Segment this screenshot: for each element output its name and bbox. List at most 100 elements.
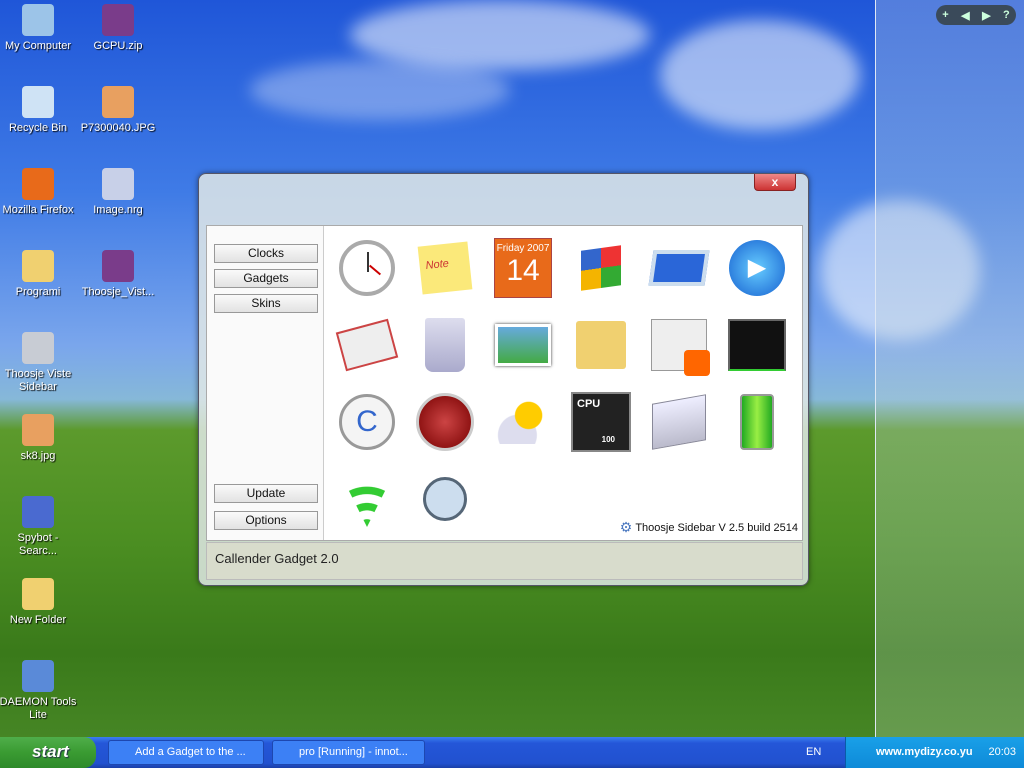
- desktop-icon[interactable]: P7300040.JPG: [78, 86, 158, 135]
- icon-label: Image.nrg: [93, 204, 143, 216]
- gadget-dialog: x Clocks Gadgets Skins Update Options No…: [198, 173, 809, 586]
- options-button[interactable]: Options: [214, 511, 318, 530]
- file-icon: [102, 4, 134, 36]
- desktop-icon[interactable]: My Computer: [0, 4, 78, 53]
- news-rss-gadget-icon[interactable]: [649, 315, 710, 376]
- mail-gadget-icon[interactable]: [335, 315, 399, 375]
- start-button[interactable]: start: [0, 737, 96, 768]
- weather-gadget-icon[interactable]: [493, 392, 553, 452]
- icon-label: GCPU.zip: [93, 40, 143, 52]
- icon-label: My Computer: [4, 40, 72, 52]
- status-bar: Callender Gadget 2.0: [206, 542, 803, 580]
- file-icon: [22, 168, 54, 200]
- desktop-icon[interactable]: GCPU.zip: [78, 4, 158, 53]
- cpu-value: 100: [601, 435, 615, 444]
- gadget-art: [652, 394, 706, 450]
- desktop-icon[interactable]: Thoosje_Vist...: [78, 250, 158, 299]
- previous-button[interactable]: ◀: [961, 9, 969, 22]
- close-button[interactable]: x: [754, 174, 796, 191]
- start-label: start: [32, 742, 69, 761]
- gadget-art: [651, 319, 710, 376]
- skins-button[interactable]: Skins: [214, 294, 318, 313]
- icon-label: Spybot - Searc...: [17, 532, 59, 557]
- icon-label: P7300040.JPG: [80, 122, 156, 134]
- calendar-day: 14: [506, 254, 540, 287]
- file-icon: [22, 4, 54, 36]
- gadget-panel: Clocks Gadgets Skins Update Options Note…: [206, 225, 803, 541]
- icon-label: Recycle Bin: [8, 122, 68, 134]
- wifi-gadget-icon[interactable]: [337, 469, 397, 529]
- desktop-icon[interactable]: DAEMON Tools Lite: [0, 660, 78, 722]
- file-icon: [22, 332, 54, 364]
- icon-label: Thoosje_Vist...: [81, 286, 155, 298]
- media-player-gadget-icon[interactable]: ▶: [727, 238, 787, 298]
- sidebar-area: [875, 0, 1024, 737]
- gadget-art: [423, 477, 467, 521]
- gadget-art: [425, 318, 465, 372]
- network-monitor-gadget-icon[interactable]: [727, 315, 787, 375]
- desktop-icon[interactable]: New Folder: [0, 578, 78, 627]
- note-text: Note: [417, 241, 473, 295]
- icon-label: Mozilla Firefox: [2, 204, 74, 216]
- desktop-icon[interactable]: Recycle Bin: [0, 86, 78, 135]
- file-icon: [102, 250, 134, 282]
- icon-label: New Folder: [9, 614, 67, 626]
- folder-clock-gadget-icon[interactable]: [571, 315, 631, 375]
- gadget-art: [581, 245, 621, 291]
- file-icon: [22, 578, 54, 610]
- desktop-icon[interactable]: Image.nrg: [78, 168, 158, 217]
- gear-icon: ⚙: [619, 519, 633, 535]
- cpu-meter-gadget-icon[interactable]: CPU 100: [571, 392, 631, 452]
- desktop-icon[interactable]: sk8.jpg: [0, 414, 78, 463]
- task-label: Add a Gadget to the ...: [135, 746, 246, 758]
- taskbar-button-firefox[interactable]: Add a Gadget to the ...: [108, 740, 264, 765]
- windows-gadget-icon[interactable]: [571, 238, 631, 298]
- taskbar-button-innotek[interactable]: pro [Running] - innot...: [272, 740, 425, 765]
- cloud: [250, 60, 510, 120]
- gadget-art: Friday 2007 14: [494, 238, 552, 298]
- gadget-art: ▶: [729, 240, 785, 296]
- desktop-icon[interactable]: Spybot - Searc...: [0, 496, 78, 558]
- people-search-gadget-icon[interactable]: [415, 469, 475, 529]
- gadget-art: [416, 393, 474, 451]
- taskbar: start Add a Gadget to the ... pro [Runni…: [0, 737, 1024, 768]
- desktop-icon[interactable]: Thoosje Viste Sidebar: [0, 332, 78, 394]
- system-tray: www.mydizy.co.yu 20:03: [845, 737, 1024, 768]
- help-button[interactable]: ?: [1003, 9, 1010, 21]
- gadget-art: [367, 252, 369, 272]
- recycle-bin-gadget-icon[interactable]: [415, 315, 475, 375]
- gadget-art: [339, 240, 395, 296]
- file-icon: [22, 496, 54, 528]
- sidebar-controls: + ◀ ▶ ?: [936, 5, 1016, 25]
- file-icon: [102, 168, 134, 200]
- desktop-icon[interactable]: Mozilla Firefox: [0, 168, 78, 217]
- file-icon: [22, 660, 54, 692]
- next-button[interactable]: ▶: [982, 9, 990, 22]
- search-red-gadget-icon[interactable]: [415, 392, 475, 452]
- task-label: pro [Running] - innot...: [299, 746, 408, 758]
- gadget-art: C: [339, 394, 395, 450]
- search-gadget-icon[interactable]: C: [337, 392, 397, 452]
- update-button[interactable]: Update: [214, 484, 318, 503]
- gadgets-button[interactable]: Gadgets: [214, 269, 318, 288]
- file-icon: [102, 86, 134, 118]
- clocks-button[interactable]: Clocks: [214, 244, 318, 263]
- menu-column: Clocks Gadgets Skins Update Options: [207, 226, 324, 540]
- calculator-gadget-icon[interactable]: [649, 392, 709, 452]
- notes-gadget-icon[interactable]: Note: [415, 238, 475, 298]
- gadget-art: [335, 318, 399, 372]
- slideshow-gadget-icon[interactable]: [648, 238, 710, 298]
- icon-label: DAEMON Tools Lite: [0, 696, 77, 721]
- version-info: ⚙ Thoosje Sidebar V 2.5 build 2514: [620, 519, 798, 536]
- gadget-art: [576, 321, 626, 369]
- add-gadget-button[interactable]: +: [942, 9, 948, 21]
- photos-gadget-icon[interactable]: [493, 315, 553, 375]
- battery-gadget-icon[interactable]: [727, 392, 787, 452]
- calendar-gadget-icon[interactable]: Friday 2007 14: [493, 238, 553, 298]
- cpu-label: CPU: [577, 398, 601, 410]
- language-indicator[interactable]: EN: [806, 746, 821, 758]
- desktop-icon[interactable]: Programi: [0, 250, 78, 299]
- clock[interactable]: 20:03: [988, 737, 1016, 768]
- gadget-art: [648, 250, 710, 286]
- clock-gadget-icon[interactable]: [337, 238, 397, 298]
